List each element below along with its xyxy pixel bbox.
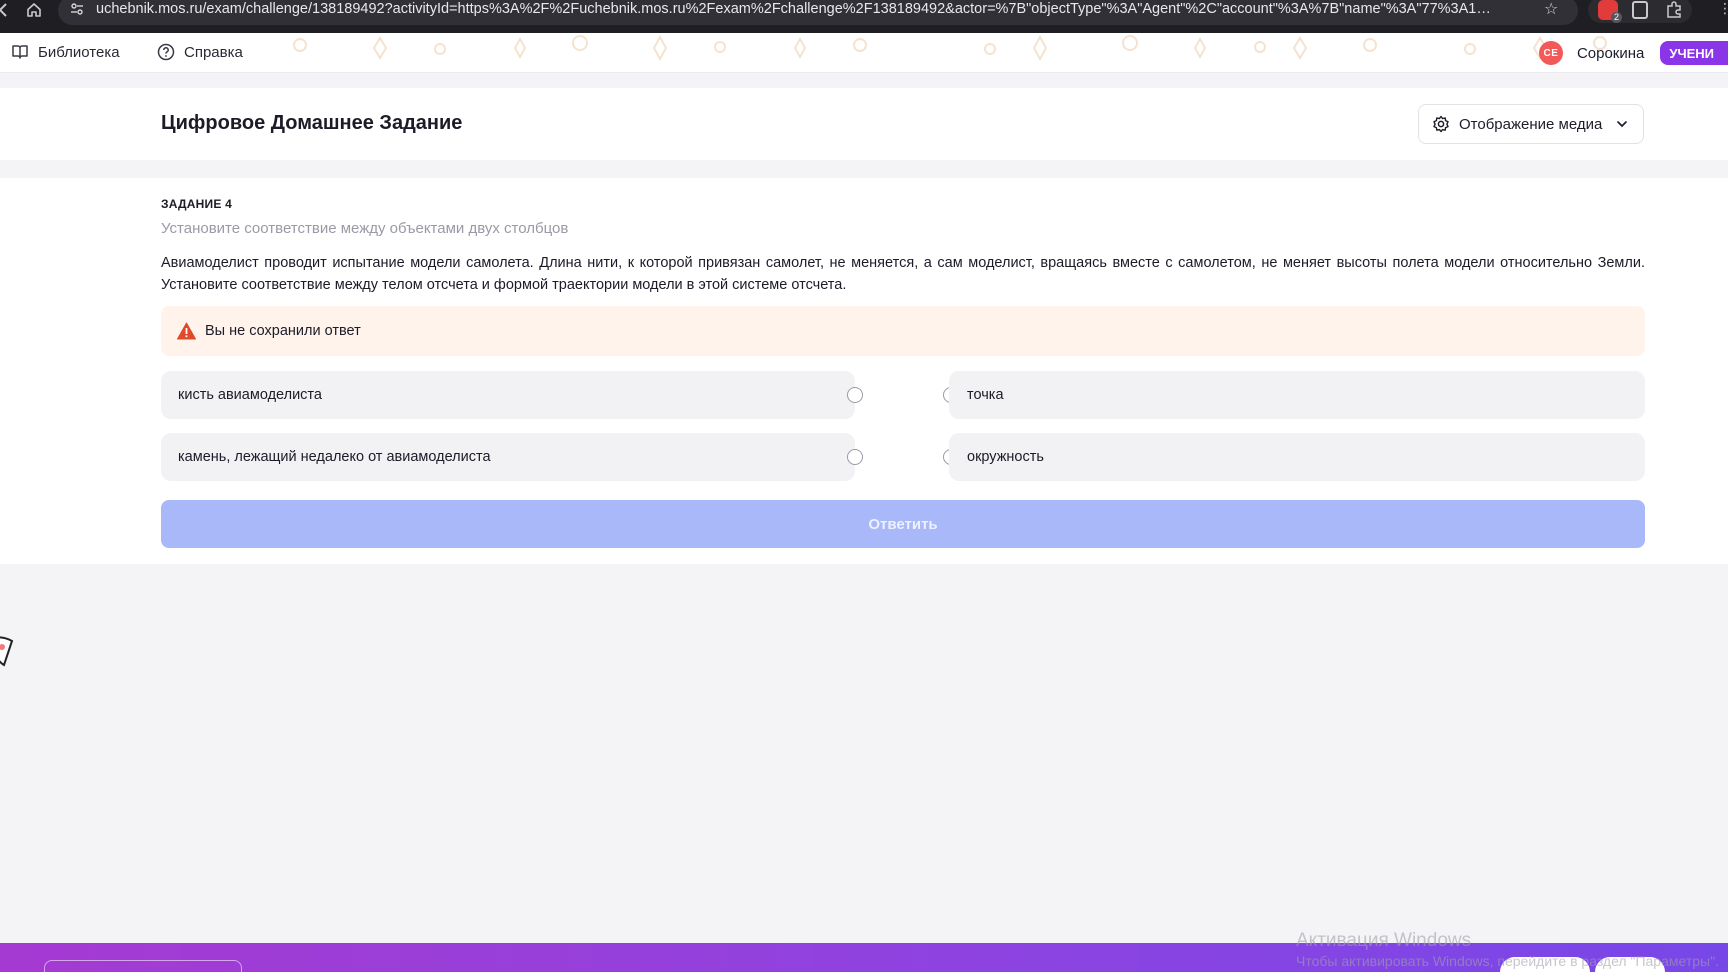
extension-badge: 2	[1610, 12, 1622, 23]
task-number: ЗАДАНИЕ 4	[161, 197, 232, 211]
footer-button[interactable]	[1500, 957, 1590, 972]
site-header: Библиотека Справка СЕ Сорокина УЧЕНИ	[0, 33, 1728, 73]
left-item[interactable]: кисть авиамоделиста	[161, 371, 855, 419]
media-display-label: Отображение медиа	[1459, 115, 1603, 133]
right-item[interactable]: точка	[949, 371, 1645, 419]
left-item-label: камень, лежащий недалеко от авиамоделист…	[178, 449, 491, 465]
help-label: Справка	[184, 43, 243, 61]
footer-pill[interactable]	[44, 960, 242, 972]
help-link[interactable]: Справка	[157, 43, 243, 61]
site-settings-icon[interactable]	[69, 1, 85, 17]
unsaved-warning: Вы не сохранили ответ	[161, 306, 1645, 356]
back-icon[interactable]	[0, 0, 10, 20]
right-item-label: окружность	[967, 449, 1044, 465]
warning-icon	[177, 322, 196, 340]
feedback-widget-icon[interactable]	[0, 635, 14, 667]
book-icon	[12, 45, 28, 59]
media-display-dropdown[interactable]: Отображение медиа	[1418, 104, 1644, 144]
task-hint: Установите соответствие между объектами …	[161, 220, 569, 237]
task-card: ЗАДАНИЕ 4 Установите соответствие между …	[0, 178, 1728, 564]
warning-text: Вы не сохранили ответ	[205, 323, 361, 339]
submit-answer-button[interactable]: Ответить	[161, 500, 1645, 548]
footer-bar	[0, 943, 1728, 972]
adblock-extension-icon[interactable]: 2	[1598, 0, 1622, 23]
left-item[interactable]: камень, лежащий недалеко от авиамоделист…	[161, 433, 855, 481]
right-item-label: точка	[967, 387, 1004, 403]
task-text: Авиамоделист проводит испытание модели с…	[161, 255, 1645, 293]
browser-toolbar: uchebnik.mos.ru/exam/challenge/138189492…	[0, 0, 1728, 33]
extensions-area: 2	[1588, 0, 1692, 23]
left-item-connector[interactable]	[847, 449, 863, 465]
menu-dots-icon[interactable]: ⋮	[1718, 0, 1728, 20]
puzzle-extensions-icon[interactable]	[1664, 0, 1684, 20]
title-card: Цифровое Домашнее Задание Отображение ме…	[0, 88, 1728, 160]
left-item-connector[interactable]	[847, 387, 863, 403]
autumn-leaves-pattern	[293, 34, 1607, 62]
user-name: Сорокина	[1576, 44, 1645, 62]
bookmark-star-icon[interactable]: ☆	[1544, 0, 1558, 19]
question-icon	[157, 43, 175, 61]
library-link[interactable]: Библиотека	[11, 43, 120, 61]
avatar: СЕ	[1538, 41, 1563, 65]
user-menu[interactable]: СЕ Сорокина УЧЕНИ	[1538, 39, 1728, 67]
address-bar[interactable]: uchebnik.mos.ru/exam/challenge/138189492…	[58, 0, 1578, 25]
url-text[interactable]: uchebnik.mos.ru/exam/challenge/138189492…	[96, 1, 1496, 17]
gear-icon	[1433, 115, 1449, 133]
chevron-down-icon	[1617, 121, 1628, 128]
role-badge[interactable]: УЧЕНИ	[1660, 41, 1728, 65]
left-item-label: кисть авиамоделиста	[178, 387, 322, 403]
page-title: Цифровое Домашнее Задание	[161, 112, 463, 134]
library-label: Библиотека	[38, 43, 120, 61]
clipboard-extension-icon[interactable]	[1632, 1, 1648, 19]
right-item[interactable]: окружность	[949, 433, 1645, 481]
footer-button[interactable]	[1595, 957, 1665, 972]
home-icon[interactable]	[24, 0, 44, 20]
